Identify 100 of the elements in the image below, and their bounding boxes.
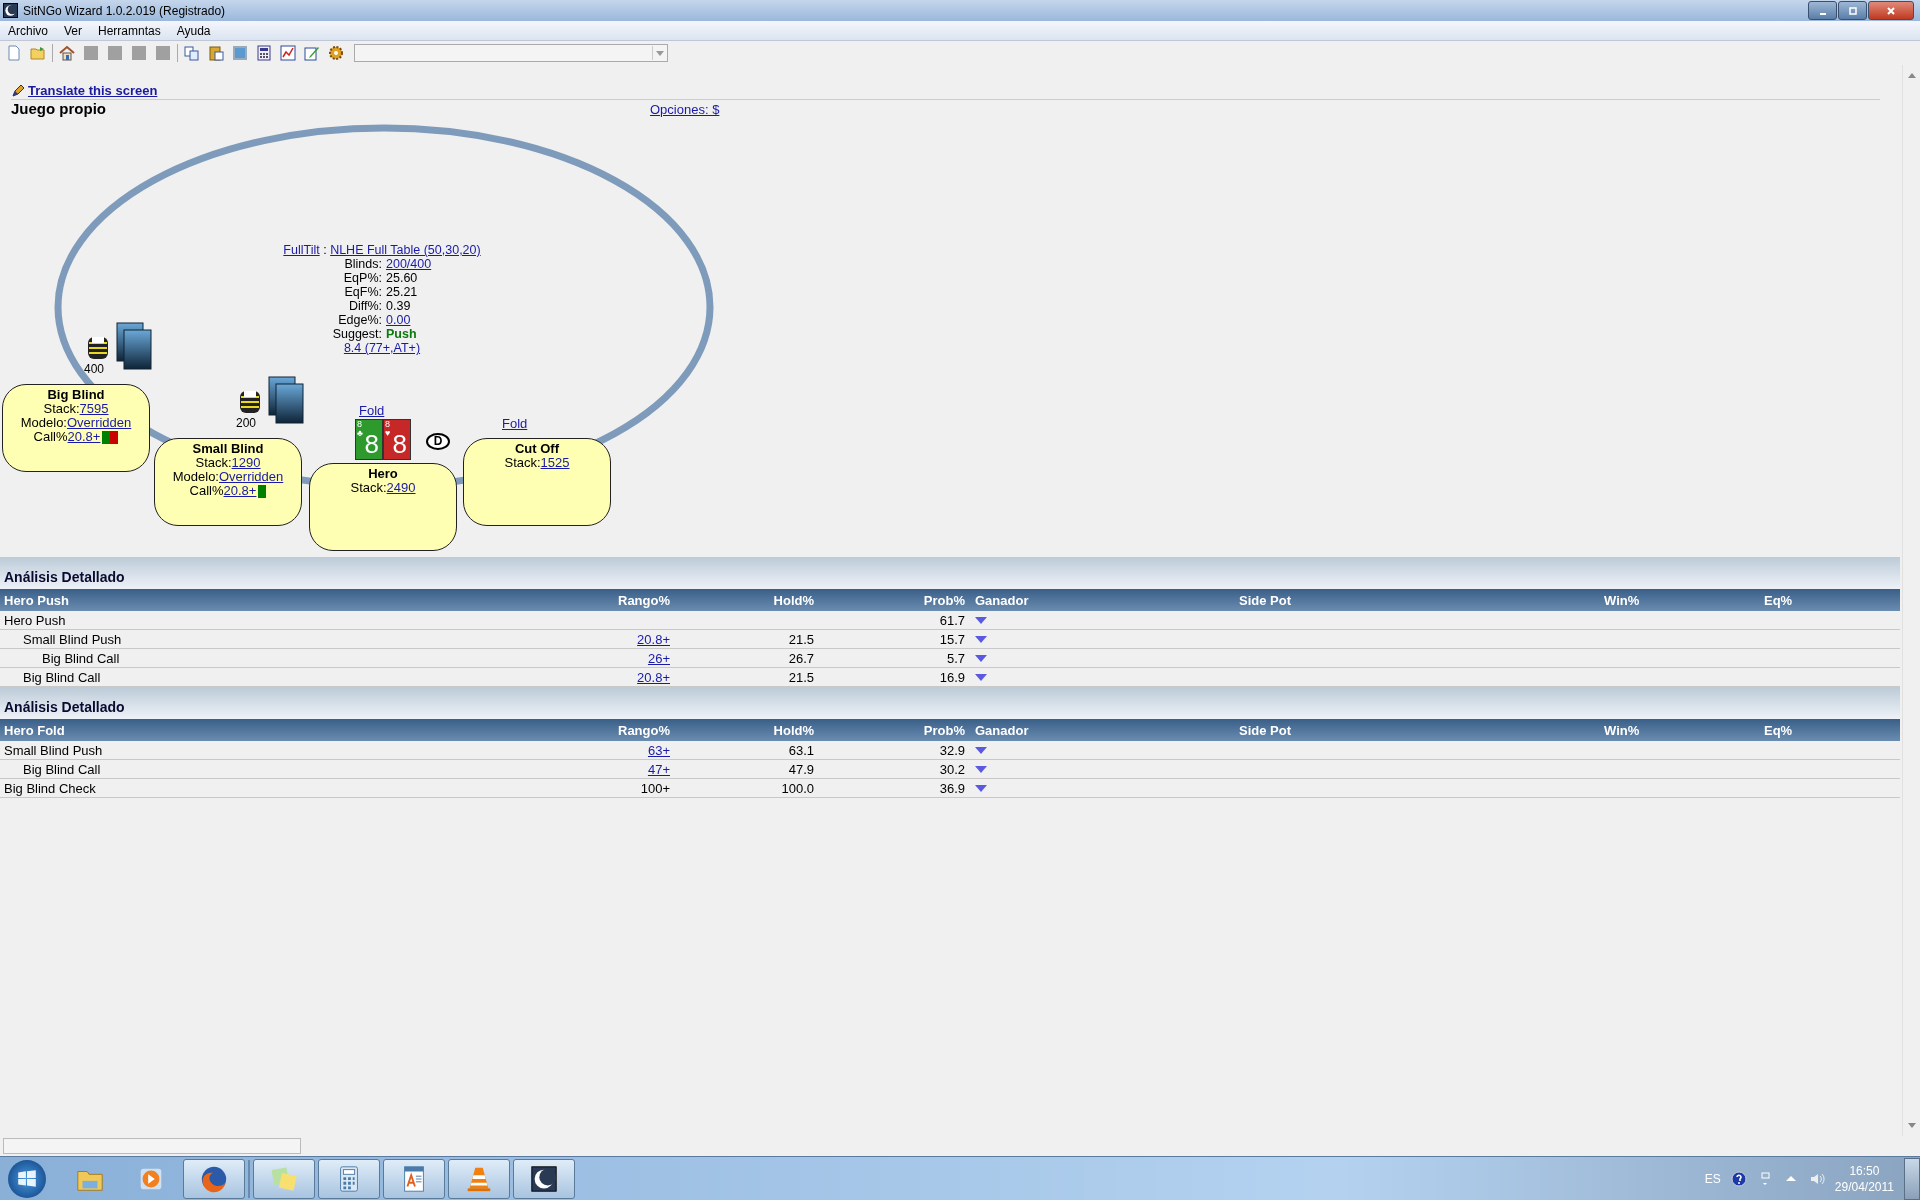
column-header: Win% [1603, 592, 1641, 608]
action-link[interactable]: Fold [502, 416, 528, 431]
maximize-icon [1847, 5, 1858, 16]
seat-name: Small Blind [191, 442, 265, 456]
paste-icon[interactable] [208, 45, 224, 61]
options-link[interactable]: Opciones: $ [650, 102, 720, 117]
dropdown-arrow-icon[interactable] [975, 635, 987, 643]
bet-amount: 400 [84, 362, 105, 376]
dropdown-arrow-icon[interactable] [975, 616, 987, 624]
table-cell: 36.9 [939, 780, 965, 796]
moon-icon [3, 3, 18, 18]
moon-icon[interactable] [529, 1163, 559, 1194]
dropdown-arrow-icon[interactable] [975, 673, 987, 681]
column-header: Ganador [974, 592, 1030, 608]
show-desktop-button[interactable] [1904, 1157, 1920, 1200]
start-button[interactable] [8, 1159, 46, 1198]
info-value-link[interactable]: 0.00 [386, 313, 411, 327]
picture-icon[interactable] [232, 45, 248, 61]
table-cell: 16.9 [939, 669, 965, 685]
playing-card: 8 ♣8 [355, 419, 383, 460]
stack-link[interactable]: 1290 [231, 455, 261, 470]
caret-icon [655, 50, 664, 56]
dropdown-arrow-icon[interactable] [975, 746, 987, 754]
column-header: Hold% [772, 592, 814, 608]
dropdown-arrow-icon[interactable] [975, 784, 987, 792]
model-label: Modelo: [20, 415, 67, 430]
range-link[interactable]: 20.8+ [637, 669, 670, 685]
menu-item[interactable]: Herramntas [90, 23, 169, 38]
table-cell: 5.7 [946, 650, 965, 666]
game-link[interactable]: NLHE Full Table (50,30,20) [330, 243, 481, 257]
info-value: 25.21 [386, 285, 418, 299]
site-link[interactable]: FullTilt [283, 243, 320, 257]
table-cell-text: Big Blind Call [22, 669, 102, 685]
folder-icon[interactable] [30, 45, 46, 61]
table-cell: 15.7 [939, 631, 965, 647]
table-cell: 30.2 [939, 761, 965, 777]
table-cell-text: Hero Push [3, 612, 67, 628]
table-cell: 61.7 [939, 612, 965, 628]
menu-item[interactable]: Ayuda [168, 23, 219, 38]
call-link[interactable]: 20.8+ [67, 430, 101, 444]
line-chart-icon[interactable] [280, 45, 296, 61]
stack-label: Stack: [504, 455, 541, 470]
seat-name: Big Blind [46, 388, 106, 402]
info-label: Blinds: [343, 257, 382, 271]
call-label: Call% [33, 430, 68, 444]
info-value-link[interactable]: 200/400 [386, 257, 432, 271]
range-link[interactable]: 63+ [647, 742, 670, 758]
model-link[interactable]: Overridden [66, 415, 132, 430]
column-header: Rango% [617, 722, 670, 738]
call-label: Call% [189, 484, 224, 498]
minimize-icon [1819, 12, 1826, 15]
stack-label: Stack: [195, 455, 232, 470]
stack-link[interactable]: 1525 [540, 455, 570, 470]
range-link[interactable]: 8.4 (77+,AT+) [343, 341, 421, 355]
model-link[interactable]: Overridden [218, 469, 284, 484]
info-label: Diff%: [347, 299, 382, 313]
home-icon[interactable] [59, 45, 75, 61]
action-link[interactable]: Fold [359, 403, 385, 418]
range-link[interactable]: 26+ [647, 650, 670, 666]
table-cell: 63.1 [788, 742, 814, 758]
window-title: SitNGo Wizard 1.0.2.019 (Registrado) [23, 3, 226, 18]
column-header: Rango% [617, 592, 670, 608]
close-button[interactable] [1868, 1, 1914, 20]
scroll-down-icon[interactable] [1907, 1123, 1916, 1128]
call-link[interactable]: 20.8+ [223, 484, 257, 498]
table-cell: 26.7 [788, 650, 814, 666]
table-cell-text: Small Blind Push [22, 631, 123, 647]
settings-icon[interactable] [328, 45, 344, 61]
scroll-up-icon[interactable] [1907, 73, 1916, 78]
range-link[interactable]: 47+ [647, 761, 670, 777]
column-header: Side Pot [1238, 592, 1292, 608]
menu-item[interactable]: Ver [56, 23, 91, 38]
section-title: Análisis Detallado [4, 699, 125, 715]
stack-link[interactable]: 2490 [386, 480, 416, 495]
stack-link[interactable]: 7595 [79, 401, 109, 416]
model-label: Modelo: [172, 469, 219, 484]
range-link[interactable]: 20.8+ [637, 631, 670, 647]
pencil-icon [11, 83, 25, 98]
copy-icon[interactable] [184, 45, 200, 61]
translate-link[interactable]: Translate this screen [28, 83, 158, 98]
dropdown-arrow-icon[interactable] [975, 654, 987, 662]
dropdown-arrow-icon[interactable] [975, 765, 987, 773]
menu-item[interactable]: Archivo [0, 23, 56, 38]
column-header: Side Pot [1238, 722, 1292, 738]
column-header: Hold% [772, 722, 814, 738]
calculator-icon[interactable] [256, 45, 272, 61]
table-cell-text: Small Blind Push [3, 742, 104, 758]
help-icon[interactable] [1730, 1170, 1747, 1187]
suggestion-text: Push [386, 327, 417, 341]
table-cell-text: Big Blind Check [3, 780, 97, 796]
edit-icon[interactable] [304, 45, 320, 61]
flag-logo-icon [16, 1167, 38, 1190]
close-icon [1886, 5, 1896, 16]
column-header: Prob% [922, 722, 965, 738]
column-header: Eq% [1763, 592, 1794, 608]
dropdown-field[interactable] [354, 44, 668, 62]
column-header: Prob% [922, 592, 965, 608]
maximize-button[interactable] [1838, 1, 1867, 20]
new-document-icon[interactable] [6, 45, 22, 61]
minimize-button[interactable] [1808, 1, 1837, 20]
